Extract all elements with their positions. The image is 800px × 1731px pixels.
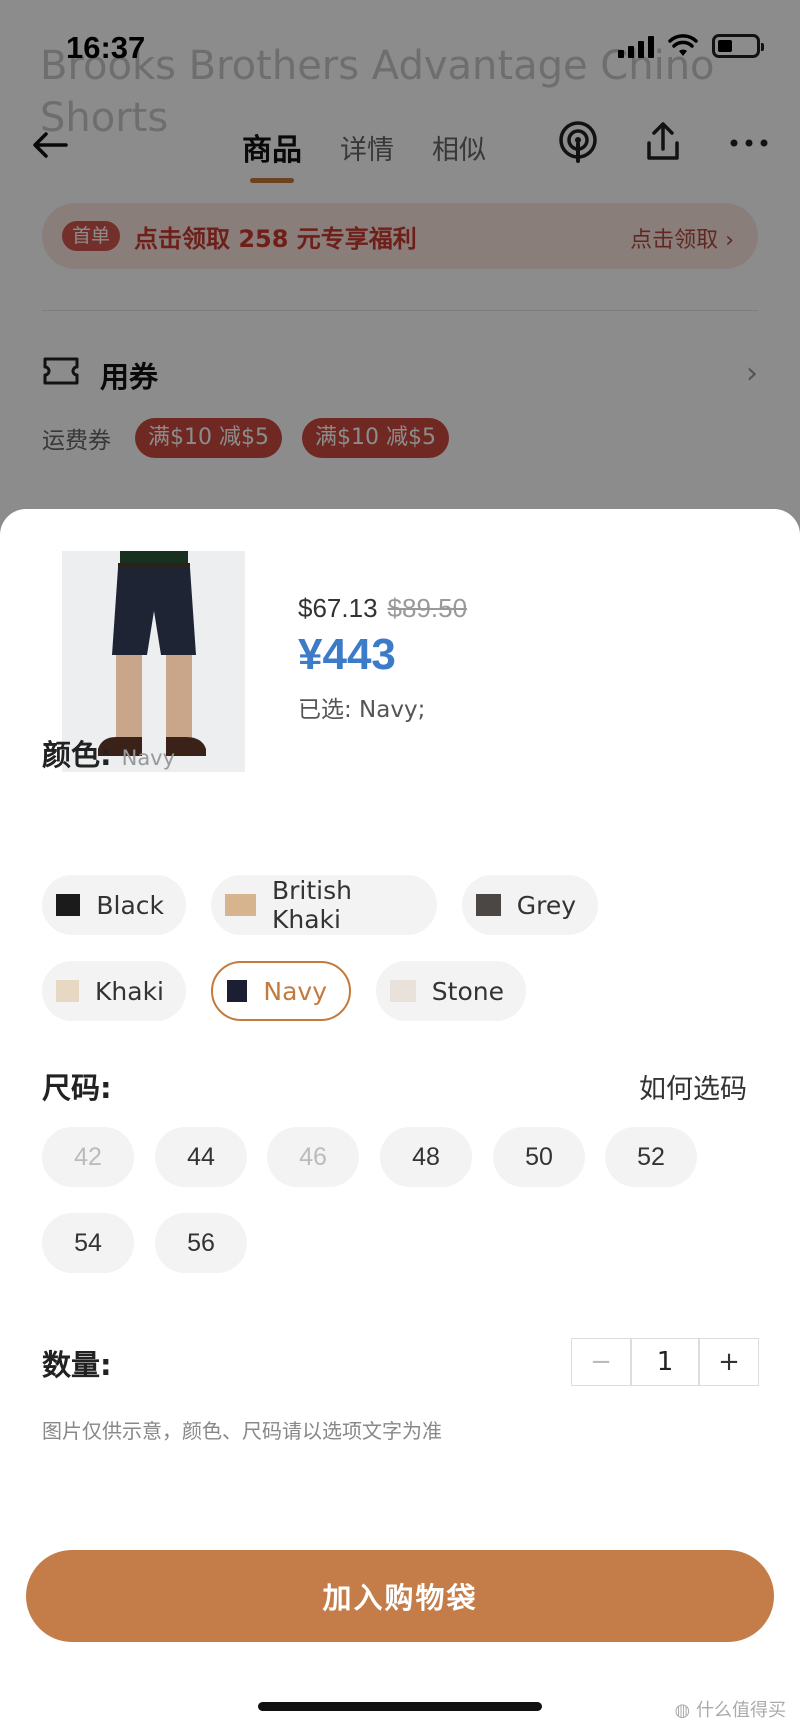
- size-guide-link[interactable]: 如何选码: [639, 1067, 747, 1106]
- quantity-label: 数量:: [42, 1348, 112, 1382]
- color-option-british-khaki[interactable]: British Khaki: [211, 875, 437, 935]
- color-option-khaki[interactable]: Khaki: [42, 961, 186, 1021]
- color-option-label: Navy: [263, 976, 327, 1006]
- size-section-title: 尺码:: [42, 1071, 112, 1105]
- selected-variant: 已选: Navy;: [298, 697, 426, 723]
- size-option-44[interactable]: 44: [155, 1127, 247, 1187]
- color-option-label: Stone: [431, 976, 504, 1006]
- color-option-label: Grey: [516, 890, 576, 920]
- price-usd-row: $67.13 $89.50: [298, 593, 467, 624]
- watermark: ◍ 什么值得买: [675, 1696, 786, 1722]
- color-section-title: 颜色: Navy: [42, 732, 175, 774]
- color-option-label: Khaki: [95, 976, 164, 1006]
- quantity-value[interactable]: 1: [631, 1338, 699, 1386]
- color-option-label: British Khaki: [271, 876, 352, 934]
- color-option-label: Black: [96, 890, 164, 920]
- color-option-navy[interactable]: Navy: [211, 961, 351, 1021]
- size-option-52[interactable]: 52: [605, 1127, 697, 1187]
- home-indicator[interactable]: [258, 1702, 542, 1711]
- color-option-grey[interactable]: Grey: [462, 875, 598, 935]
- sku-selector-sheet: $67.13 $89.50 ¥443 已选: Navy; 颜色: Navy Blac…: [0, 509, 800, 1731]
- original-price: $89.50: [387, 593, 468, 623]
- size-option-42[interactable]: 42: [42, 1127, 134, 1187]
- color-title-label: 颜色:: [42, 738, 112, 772]
- color-option-black[interactable]: Black: [42, 875, 186, 935]
- color-option-stone[interactable]: Stone: [376, 961, 526, 1021]
- image-disclaimer: 图片仅供示意，颜色、尺码请以选项文字为准: [42, 1419, 442, 1443]
- size-option-48[interactable]: 48: [380, 1127, 472, 1187]
- price-usd: $67.13: [298, 593, 378, 623]
- watermark-text: 什么值得买: [696, 1700, 786, 1721]
- size-option-56[interactable]: 56: [155, 1213, 247, 1273]
- add-to-bag-button[interactable]: 加入购物袋: [26, 1550, 774, 1642]
- color-swatch: [390, 980, 416, 1002]
- current-color: Navy: [121, 746, 176, 770]
- size-option-54[interactable]: 54: [42, 1213, 134, 1273]
- color-swatch: [476, 894, 501, 916]
- size-option-50[interactable]: 50: [493, 1127, 585, 1187]
- size-option-46[interactable]: 46: [267, 1127, 359, 1187]
- color-swatch: [227, 980, 248, 1002]
- color-swatch: [56, 894, 81, 916]
- color-swatch: [56, 980, 80, 1002]
- decrease-quantity-button[interactable]: −: [571, 1338, 631, 1386]
- price-block: $67.13 $89.50 ¥443 已选: Navy;: [298, 593, 467, 724]
- quantity-stepper: − 1 +: [571, 1338, 759, 1386]
- increase-quantity-button[interactable]: +: [699, 1338, 759, 1386]
- price-cny: ¥443: [298, 630, 396, 679]
- watermark-logo-icon: ◍: [674, 1700, 691, 1721]
- color-swatch: [225, 894, 256, 916]
